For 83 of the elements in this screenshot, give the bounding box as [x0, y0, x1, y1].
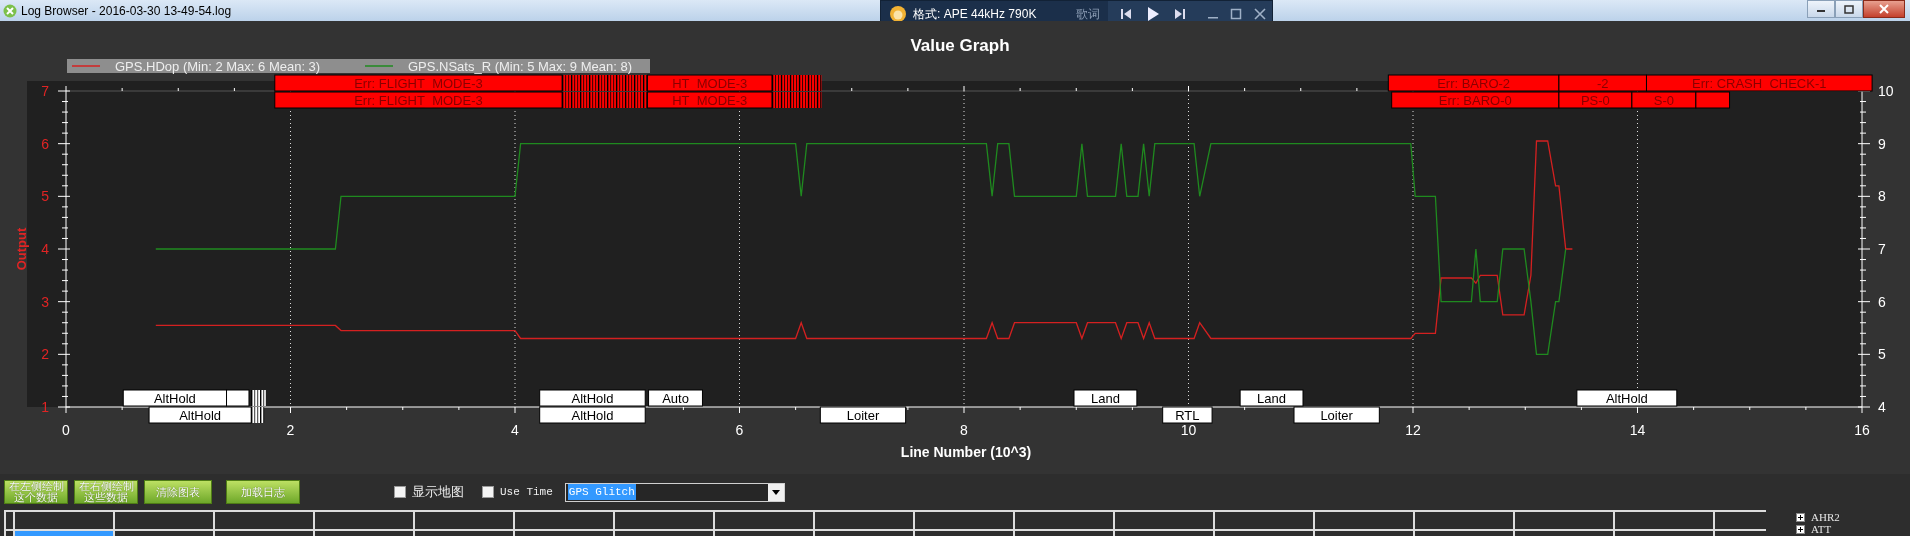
- error-marker: Err: BARO-0: [1391, 91, 1560, 109]
- expand-icon[interactable]: [1796, 524, 1805, 534]
- message-type-dropdown[interactable]: GPS Glitch: [564, 482, 785, 502]
- toolbar-button[interactable]: 清除图表: [144, 480, 212, 504]
- event-marks-drawing: [251, 406, 265, 424]
- window-title: Log Browser - 2016-03-30 13-49-54.log: [21, 2, 232, 20]
- toolbar-button[interactable]: 加载日志: [226, 480, 300, 504]
- format-text: 格式: APE 44kHz 790K: [913, 6, 1037, 23]
- error-marker: S-0: [1631, 91, 1697, 109]
- axis-label: Line Number (10^3): [900, 444, 1032, 460]
- flight-mode-marker: Loiter: [819, 406, 907, 424]
- flight-mode-marker: AltHold: [1576, 389, 1678, 407]
- tick-label: 6: [735, 422, 744, 438]
- app-icon: [3, 3, 17, 18]
- tick-label: 0: [62, 422, 70, 438]
- checkbox[interactable]: [394, 486, 406, 498]
- maximize-icon: [1230, 8, 1242, 20]
- maximize-icon: [1844, 4, 1854, 14]
- tick-label: 8: [1878, 188, 1886, 205]
- event-marks-drawing: [771, 74, 822, 92]
- close-icon: [1254, 8, 1266, 20]
- checkbox[interactable]: [482, 486, 494, 498]
- lyrics-link[interactable]: 歌词: [1076, 5, 1100, 23]
- error-marker: PS-0: [1558, 91, 1633, 109]
- flight-mode-marker: Land: [1239, 389, 1304, 407]
- flight-mode-marker: Loiter: [1293, 406, 1380, 424]
- tick-label: 3: [41, 293, 49, 310]
- tick-label: 2: [286, 422, 295, 438]
- dropdown-arrow-icon: [771, 489, 780, 495]
- tick-label: 5: [1878, 346, 1886, 363]
- event-marks-drawing: [251, 389, 266, 407]
- flight-mode-marker: [226, 389, 250, 407]
- close-icon: [1879, 4, 1889, 14]
- flight-mode-marker: AltHold: [539, 389, 646, 407]
- play-icon: [1146, 6, 1160, 22]
- flight-mode-marker: AltHold: [122, 389, 227, 407]
- tick-label: 2: [41, 346, 49, 363]
- legend-label: GPS.NSats_R (Min: 5 Max: 9 Mean: 8): [408, 59, 632, 74]
- error-marker: Err: FLIGHT_MODE-3: [274, 74, 563, 92]
- flight-mode-marker: Land: [1073, 389, 1138, 407]
- tick-label: 4: [41, 241, 49, 257]
- tick-label: 7: [41, 83, 49, 99]
- error-marker: HT_MODE-3: [646, 74, 773, 92]
- expand-icon[interactable]: [1796, 512, 1805, 522]
- minimize-button[interactable]: [1807, 0, 1835, 18]
- checkbox-label: Use Time: [500, 484, 553, 500]
- tick-label: 6: [41, 135, 49, 152]
- tick-label: 14: [1629, 422, 1646, 438]
- flight-mode-marker: RTL: [1162, 406, 1213, 424]
- maximize-button[interactable]: [1835, 0, 1863, 18]
- chart-title: Value Graph: [910, 36, 1010, 55]
- tick-label: 12: [1405, 422, 1421, 438]
- error-marker: [1695, 91, 1731, 109]
- next-icon: [1174, 8, 1186, 20]
- close-button[interactable]: [1863, 0, 1905, 18]
- flight-mode-marker: Auto: [648, 389, 703, 407]
- tick-label: 10: [1180, 422, 1197, 438]
- flight-mode-marker: AltHold: [148, 406, 252, 424]
- minimize-icon: [1208, 17, 1218, 19]
- error-marker: Err: CRASH_CHECK-1: [1646, 74, 1873, 92]
- tick-label: 10: [1878, 83, 1894, 99]
- tick-label: 5: [41, 188, 49, 205]
- toolbar-button[interactable]: 在右侧绘制这些数据: [74, 480, 138, 504]
- toolbar-button[interactable]: 在左侧绘制这个数据: [4, 480, 68, 504]
- tick-label: 7: [1878, 241, 1886, 257]
- axis-label: Output: [14, 227, 29, 271]
- tick-label: 6: [1878, 293, 1886, 310]
- error-marker: HT_MODE-3: [646, 91, 773, 109]
- error-marker: Err: FLIGHT_MODE-3: [274, 91, 563, 109]
- tick-label: 4: [511, 422, 519, 438]
- error-marker: Err: BARO-2: [1387, 74, 1560, 92]
- event-marks-drawing: [771, 91, 822, 109]
- tick-label: 4: [1878, 399, 1886, 415]
- player-logo-icon: [889, 5, 907, 23]
- error-marker: -2: [1558, 74, 1647, 92]
- tick-label: 1: [41, 399, 49, 415]
- checkbox-label: 显示地图: [412, 483, 464, 502]
- tick-label: 8: [960, 422, 968, 438]
- tick-label: 9: [1878, 135, 1886, 152]
- flight-mode-marker: AltHold: [539, 406, 646, 424]
- tick-label: 16: [1854, 422, 1870, 438]
- legend-label: GPS.HDop (Min: 2 Max: 6 Mean: 3): [115, 59, 321, 74]
- previous-icon: [1120, 8, 1132, 20]
